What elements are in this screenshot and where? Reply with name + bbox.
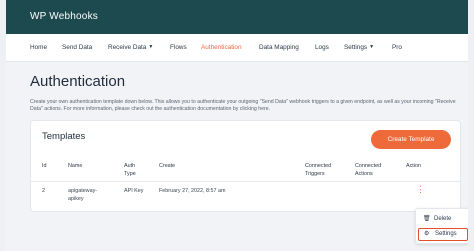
app-window: WP Webhooks Home Send Data Receive Data ▼… (6, 0, 468, 251)
nav-item-home[interactable]: Home (30, 44, 47, 51)
column-header-create: Create (159, 163, 176, 169)
more-vertical-icon[interactable]: ⋮ (416, 185, 425, 199)
menu-item-settings[interactable]: ⚙ Settings (418, 228, 468, 241)
cell-create: February 27, 2022, 8:57 am (159, 188, 226, 194)
menu-item-label: Delete (434, 216, 452, 222)
nav-item-label: Settings (344, 44, 368, 51)
gear-icon: ⚙ (424, 231, 430, 237)
main-nav: Home Send Data Receive Data ▼ Flows Authe… (6, 34, 468, 62)
nav-item-label: Home (30, 44, 48, 51)
nav-item-receive-data[interactable]: Receive Data ▼ (108, 44, 153, 51)
nav-item-label: Send Data (62, 44, 93, 51)
nav-item-logs[interactable]: Logs (315, 44, 329, 51)
trash-icon: 🗑 (423, 216, 431, 222)
create-template-button[interactable]: Create Template (371, 130, 451, 149)
menu-item-label: Settings (435, 231, 457, 237)
chevron-down-icon: ▼ (369, 44, 375, 50)
nav-item-authentication[interactable]: Authentication (201, 44, 242, 51)
cell-auth-type: API Key (124, 188, 144, 194)
nav-item-label: Flows (170, 44, 187, 51)
cell-id: 2 (42, 188, 45, 194)
column-header-name: Name (68, 163, 83, 169)
cell-name: apigateway-apikey (68, 188, 98, 202)
top-bar: WP Webhooks (6, 0, 468, 34)
nav-item-data-mapping[interactable]: Data Mapping (259, 44, 299, 51)
nav-item-label: Authentication (201, 44, 242, 51)
templates-card: Templates Create Template Id Name Auth T… (30, 120, 461, 212)
nav-item-label: Data Mapping (259, 44, 299, 51)
nav-item-settings[interactable]: Settings ▼ (344, 44, 374, 51)
nav-item-label: Pro (392, 44, 402, 51)
chevron-down-icon: ▼ (148, 44, 154, 50)
column-header-auth-type: Auth Type (124, 163, 136, 177)
column-header-id: Id (42, 163, 47, 169)
menu-item-delete[interactable]: 🗑 Delete (418, 213, 468, 226)
column-header-action: Action (406, 163, 421, 169)
nav-item-send-data[interactable]: Send Data (62, 44, 92, 51)
page-description: Create your own authentication template … (30, 99, 456, 112)
action-dropdown-menu: 🗑 Delete ⚙ Settings (415, 208, 468, 244)
app-title: WP Webhooks (30, 11, 98, 22)
nav-item-label: Receive Data (108, 44, 147, 51)
column-header-connected-triggers: Connected Triggers (305, 163, 332, 177)
table-divider (31, 181, 460, 182)
column-header-connected-actions: Connected Actions (355, 163, 382, 177)
nav-item-flows[interactable]: Flows (170, 44, 187, 51)
nav-item-pro[interactable]: Pro (392, 44, 402, 51)
page-title: Authentication (30, 73, 126, 90)
templates-title: Templates (42, 131, 86, 142)
nav-item-label: Logs (315, 44, 329, 51)
